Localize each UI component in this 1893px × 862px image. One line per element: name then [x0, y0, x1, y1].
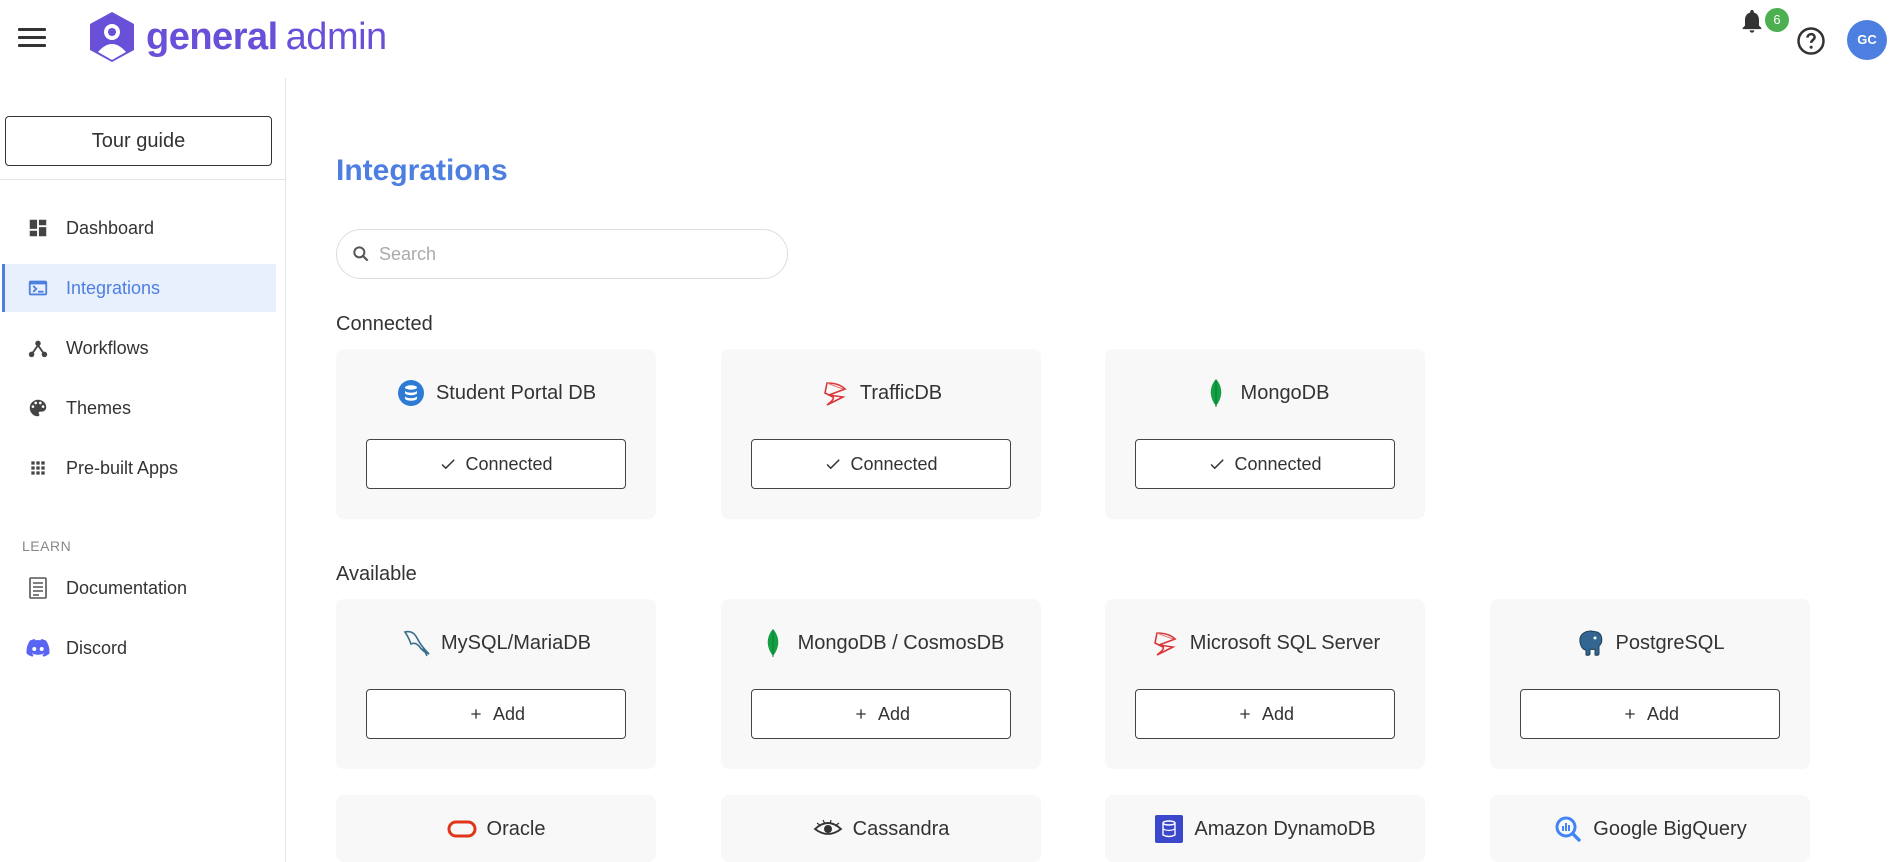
plus-icon — [1236, 705, 1254, 723]
add-button[interactable]: Add — [366, 689, 626, 739]
plus-icon — [1621, 705, 1639, 723]
learn-section-label: LEARN — [22, 538, 72, 554]
app-logo[interactable]: general admin — [86, 10, 387, 64]
mongodb-leaf-icon — [758, 628, 788, 658]
integration-card-postgresql: PostgreSQL Add — [1490, 599, 1810, 769]
integration-card-cassandra: Cassandra — [721, 795, 1041, 862]
sidebar-item-pre-built-apps[interactable]: Pre-built Apps — [2, 444, 276, 492]
sidebar: Tour guide Dashboard Integrations Workfl… — [0, 78, 286, 862]
mongodb-leaf-icon — [1201, 378, 1231, 408]
connected-section-label: Connected — [336, 313, 433, 335]
notification-count-badge: 6 — [1765, 8, 1789, 32]
available-section-label: Available — [336, 563, 417, 585]
sidebar-item-label: Documentation — [66, 577, 188, 598]
integration-card-mongodb-cosmosdb: MongoDB / CosmosDB Add — [721, 599, 1041, 769]
integration-name: Oracle — [486, 817, 546, 840]
integration-card-oracle: Oracle — [336, 795, 656, 862]
integration-name: MongoDB / CosmosDB — [797, 631, 1005, 654]
integration-card-trafficdb: TrafficDB Connected — [721, 349, 1041, 519]
search-icon — [353, 246, 369, 262]
sidebar-item-documentation[interactable]: Documentation — [2, 564, 276, 612]
connected-button[interactable]: Connected — [751, 439, 1011, 489]
add-button[interactable]: Add — [1135, 689, 1395, 739]
plus-icon — [467, 705, 485, 723]
integration-card-student-portal-db: Student Portal DB Connected — [336, 349, 656, 519]
button-label: Add — [1646, 703, 1680, 724]
sidebar-item-label: Pre-built Apps — [66, 457, 179, 478]
check-icon — [439, 455, 457, 473]
button-label: Connected — [1234, 453, 1322, 474]
plus-icon — [852, 705, 870, 723]
add-button[interactable]: Add — [751, 689, 1011, 739]
connected-button[interactable]: Connected — [1135, 439, 1395, 489]
sidebar-item-label: Integrations — [66, 277, 161, 298]
sidebar-item-label: Dashboard — [66, 217, 155, 238]
check-icon — [1208, 455, 1226, 473]
integration-name: Microsoft SQL Server — [1189, 631, 1381, 654]
connected-button[interactable]: Connected — [366, 439, 626, 489]
brand-name-light: admin — [285, 16, 388, 58]
integration-name: Cassandra — [852, 817, 950, 840]
sidebar-item-workflows[interactable]: Workflows — [2, 324, 276, 372]
bigquery-icon — [1553, 814, 1583, 844]
button-label: Connected — [465, 453, 553, 474]
integration-card-mysql-mariadb: MySQL/MariaDB Add — [336, 599, 656, 769]
workflow-icon — [26, 336, 50, 360]
button-label: Add — [1261, 703, 1295, 724]
integration-name: Google BigQuery — [1593, 817, 1747, 840]
button-label: Connected — [850, 453, 938, 474]
integration-card-mongodb: MongoDB Connected — [1105, 349, 1425, 519]
palette-icon — [26, 396, 50, 420]
discord-icon — [26, 636, 50, 660]
button-label: Add — [877, 703, 911, 724]
integration-name: PostgreSQL — [1615, 631, 1725, 654]
sidebar-divider — [0, 179, 285, 180]
user-avatar[interactable]: GC — [1847, 20, 1887, 60]
integration-name: Amazon DynamoDB — [1194, 817, 1376, 840]
sql-server-icon — [1150, 628, 1180, 658]
integration-card-google-bigquery: Google BigQuery — [1490, 795, 1810, 862]
mysql-dolphin-icon — [401, 628, 431, 658]
logo-hexagon-icon — [90, 12, 134, 62]
sidebar-item-label: Discord — [66, 637, 128, 658]
integration-card-amazon-dynamodb: Amazon DynamoDB — [1105, 795, 1425, 862]
cassandra-eye-icon — [813, 814, 843, 844]
integration-name: Student Portal DB — [435, 381, 597, 404]
button-label: Add — [492, 703, 526, 724]
sql-server-icon — [820, 378, 850, 408]
menu-icon[interactable] — [18, 28, 46, 50]
dynamodb-icon — [1154, 814, 1184, 844]
sidebar-item-dashboard[interactable]: Dashboard — [2, 204, 276, 252]
database-icon — [396, 378, 426, 408]
integration-name: TrafficDB — [859, 381, 943, 404]
top-bar: general admin 6 GC — [0, 0, 1893, 78]
help-icon[interactable] — [1796, 26, 1826, 56]
dashboard-icon — [26, 216, 50, 240]
integration-name: MongoDB — [1240, 381, 1330, 404]
sidebar-item-integrations[interactable]: Integrations — [2, 264, 276, 312]
sidebar-item-discord[interactable]: Discord — [2, 624, 276, 672]
tour-guide-button[interactable]: Tour guide — [5, 116, 272, 166]
search-input[interactable] — [379, 243, 759, 265]
postgresql-elephant-icon — [1576, 628, 1606, 658]
notifications-bell-icon[interactable] — [1738, 6, 1766, 36]
terminal-window-icon — [26, 276, 50, 300]
brand-name-bold: general — [146, 16, 278, 58]
add-button[interactable]: Add — [1520, 689, 1780, 739]
integration-name: MySQL/MariaDB — [440, 631, 592, 654]
sidebar-item-themes[interactable]: Themes — [2, 384, 276, 432]
check-icon — [824, 455, 842, 473]
sidebar-item-label: Workflows — [66, 337, 149, 358]
search-box[interactable] — [336, 229, 788, 279]
apps-grid-icon — [26, 456, 50, 480]
document-icon — [26, 576, 50, 600]
integration-card-microsoft-sql-server: Microsoft SQL Server Add — [1105, 599, 1425, 769]
oracle-icon — [447, 814, 477, 844]
sidebar-item-label: Themes — [66, 397, 132, 418]
page-title: Integrations — [336, 154, 508, 187]
